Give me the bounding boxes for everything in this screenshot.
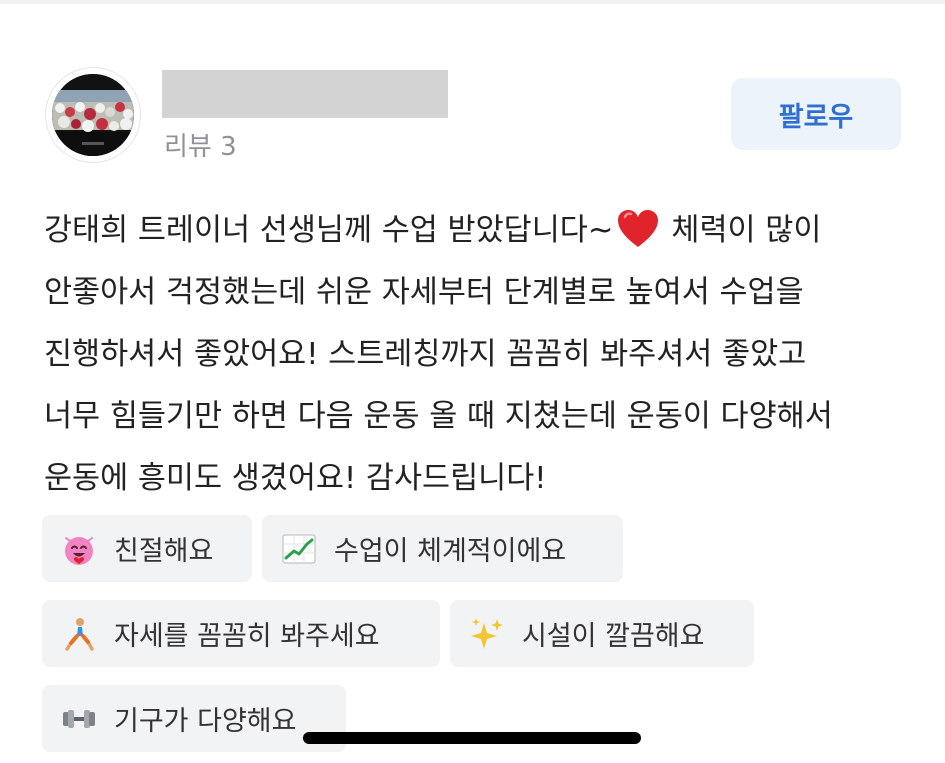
review-line-1a: 강태희 트레이너 선생님께 수업 받았답니다~	[44, 213, 614, 248]
tag-systematic[interactable]: 수업이 체계적이에요	[262, 515, 623, 582]
review-line-4: 너무 힘들기만 하면 다음 운동 올 때 지쳤는데 운동이 다양해서	[44, 399, 833, 434]
review-line-2: 안좋아서 걱정했는데 쉬운 자세부터 단계별로 높여서 수업을	[44, 275, 804, 310]
home-indicator[interactable]	[303, 732, 641, 744]
tag-kind[interactable]: 친절해요	[42, 515, 252, 582]
heart-emoji-icon	[617, 209, 659, 249]
tag-equipment[interactable]: 기구가 다양해요	[42, 685, 346, 752]
tag-posture[interactable]: 자세를 꼼꼼히 봐주세요	[42, 600, 440, 667]
avatar-photo	[52, 74, 134, 156]
follow-button[interactable]: 팔로우	[731, 78, 901, 150]
review-text: 강태희 트레이너 선생님께 수업 받았답니다~ 체력이 많이 안좋아서 걱정했는…	[44, 200, 904, 510]
lunge-person-icon	[62, 617, 96, 651]
chart-increasing-icon	[282, 532, 316, 566]
tag-clean-facility[interactable]: 시설이 깔끔해요	[450, 600, 754, 667]
tag-label: 시설이 깔끔해요	[522, 621, 705, 652]
top-divider	[0, 0, 945, 4]
smiling-heart-face-icon	[62, 532, 96, 566]
avatar[interactable]	[46, 68, 140, 162]
dumbbell-icon	[62, 702, 96, 736]
tag-label: 자세를 꼼꼼히 봐주세요	[114, 621, 380, 652]
review-line-1b: 체력이 많이	[671, 213, 822, 248]
review-line-1: 강태희 트레이너 선생님께 수업 받았답니다~ 체력이 많이	[44, 200, 904, 262]
tag-label: 기구가 다양해요	[114, 706, 297, 737]
review-line-5: 운동에 흥미도 생겼어요! 감사드립니다!	[44, 461, 547, 496]
username-redacted	[162, 70, 448, 118]
sparkles-icon	[470, 617, 504, 651]
tag-label: 수업이 체계적이에요	[334, 536, 567, 567]
review-count: 리뷰 3	[164, 132, 237, 162]
review-line-3: 진행하셔서 좋았어요! 스트레칭까지 꼼꼼히 봐주셔서 좋았고	[44, 337, 807, 372]
tag-label: 친절해요	[114, 536, 214, 567]
